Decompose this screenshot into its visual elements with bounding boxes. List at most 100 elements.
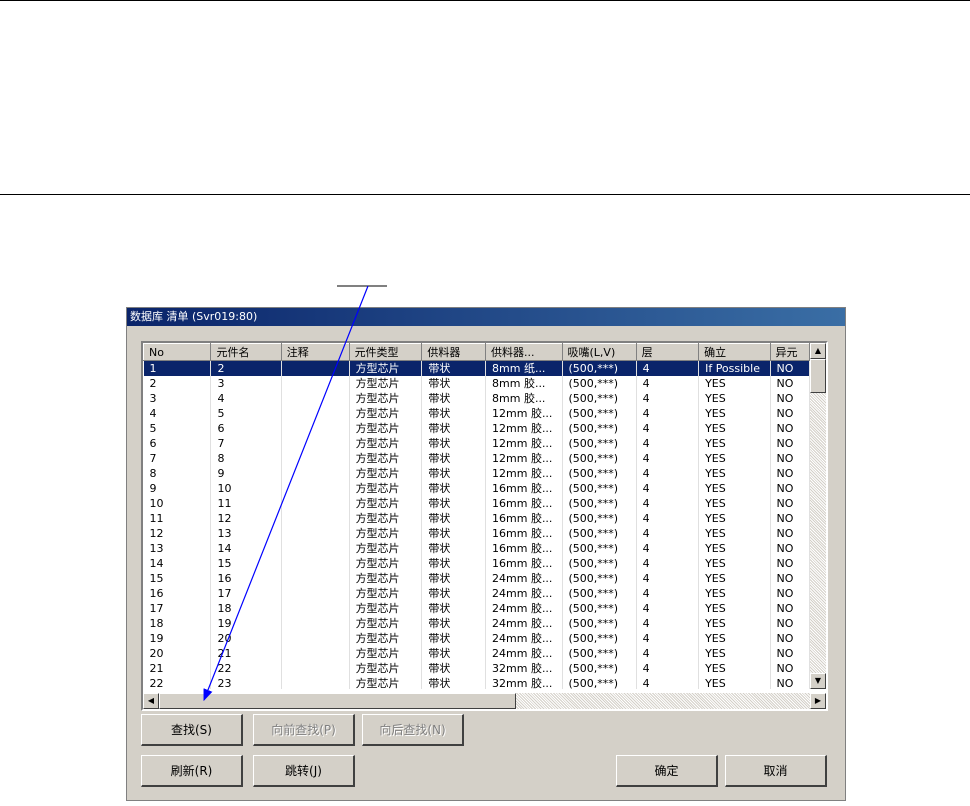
table-cell: (500,***): [562, 646, 637, 661]
table-cell: (500,***): [562, 661, 637, 676]
horizontal-scroll-thumb[interactable]: [159, 693, 516, 709]
table-row[interactable]: 17 18 方型芯片 带状 24mm 胶... (500,***) 4 YES NO: [143, 601, 810, 616]
table-row[interactable]: 1 2 方型芯片 带状 8mm 纸... (500,***) 4 If Possible NO: [143, 360, 810, 376]
table-row[interactable]: 7 8 方型芯片 带状 12mm 胶... (500,***) 4 YES NO: [143, 451, 810, 466]
table-cell: 16: [143, 586, 212, 601]
table-row[interactable]: 5 6 方型芯片 带状 12mm 胶... (500,***) 4 YES NO: [143, 421, 810, 436]
column-header[interactable]: 元件名: [210, 343, 282, 361]
vertical-scroll-thumb[interactable]: [810, 359, 826, 393]
find-previous-button[interactable]: 向前查找(P): [253, 714, 355, 746]
scroll-down-icon[interactable]: ▼: [810, 673, 826, 689]
table-row[interactable]: 3 4 方型芯片 带状 8mm 胶... (500,***) 4 YES NO: [143, 391, 810, 406]
table-row[interactable]: 4 5 方型芯片 带状 12mm 胶... (500,***) 4 YES NO: [143, 406, 810, 421]
table-cell: 方型芯片: [349, 376, 423, 391]
table-row[interactable]: 15 16 方型芯片 带状 24mm 胶... (500,***) 4 YES NO: [143, 571, 810, 586]
table-cell: 16mm 胶...: [485, 481, 563, 496]
table-cell: [281, 421, 350, 436]
ok-button[interactable]: 确定: [616, 755, 718, 787]
vertical-scrollbar[interactable]: ▲ ▼: [810, 343, 826, 689]
scroll-up-icon[interactable]: ▲: [810, 343, 826, 359]
table-cell: (500,***): [562, 376, 637, 391]
table-row[interactable]: 13 14 方型芯片 带状 16mm 胶... (500,***) 4 YES NO: [143, 541, 810, 556]
table-cell: 4: [636, 451, 700, 466]
table-cell: 16: [210, 571, 282, 586]
table-cell: 4: [636, 661, 700, 676]
table-cell: 带状: [421, 601, 487, 616]
refresh-button[interactable]: 刷新(R): [141, 755, 243, 787]
table-cell: NO: [770, 586, 810, 601]
table-row[interactable]: 14 15 方型芯片 带状 16mm 胶... (500,***) 4 YES NO: [143, 556, 810, 571]
find-next-button[interactable]: 向后查找(N): [362, 714, 464, 746]
table-row[interactable]: 6 7 方型芯片 带状 12mm 胶... (500,***) 4 YES NO: [143, 436, 810, 451]
table-cell: 12mm 胶...: [485, 406, 563, 421]
table-cell: NO: [770, 360, 810, 376]
table-cell: 4: [636, 616, 700, 631]
table-cell: (500,***): [562, 436, 637, 451]
table-row[interactable]: 22 23 方型芯片 带状 32mm 胶... (500,***) 4 YES NO: [143, 676, 810, 689]
table-cell: 9: [143, 481, 212, 496]
table-cell: [281, 631, 350, 646]
table-row[interactable]: 12 13 方型芯片 带状 16mm 胶... (500,***) 4 YES NO: [143, 526, 810, 541]
table-cell: [281, 661, 350, 676]
table-cell: (500,***): [562, 360, 637, 376]
table-cell: [281, 511, 350, 526]
table-row[interactable]: 10 11 方型芯片 带状 16mm 胶... (500,***) 4 YES NO: [143, 496, 810, 511]
column-header[interactable]: 层: [635, 343, 700, 361]
column-header[interactable]: 注释: [280, 343, 350, 361]
column-header[interactable]: 供料器: [421, 343, 487, 361]
table-cell: [281, 601, 350, 616]
table-cell: (500,***): [562, 586, 637, 601]
table-cell: 2: [143, 376, 212, 391]
table-cell: 16mm 胶...: [485, 526, 563, 541]
column-header[interactable]: No: [143, 343, 212, 361]
table-row[interactable]: 21 22 方型芯片 带状 32mm 胶... (500,***) 4 YES NO: [143, 661, 810, 676]
scroll-right-icon[interactable]: ▶: [810, 693, 826, 709]
table-cell: NO: [770, 376, 810, 391]
cancel-button[interactable]: 取消: [725, 755, 827, 787]
table-cell: [281, 466, 350, 481]
table-cell: 4: [636, 556, 700, 571]
table-cell: 3: [210, 376, 282, 391]
table-cell: 方型芯片: [349, 571, 423, 586]
find-button[interactable]: 查找(S): [141, 714, 243, 746]
column-header[interactable]: 确立: [698, 343, 771, 361]
column-header[interactable]: 供料器...: [485, 343, 563, 361]
table-cell: [281, 571, 350, 586]
table-cell: NO: [770, 676, 810, 689]
table-row[interactable]: 9 10 方型芯片 带状 16mm 胶... (500,***) 4 YES NO: [143, 481, 810, 496]
column-header[interactable]: 异元: [769, 343, 810, 361]
table-cell: 方型芯片: [349, 406, 423, 421]
table-row[interactable]: 19 20 方型芯片 带状 24mm 胶... (500,***) 4 YES NO: [143, 631, 810, 646]
table-row[interactable]: 18 19 方型芯片 带状 24mm 胶... (500,***) 4 YES NO: [143, 616, 810, 631]
table-row[interactable]: 11 12 方型芯片 带状 16mm 胶... (500,***) 4 YES NO: [143, 511, 810, 526]
table-cell: 方型芯片: [349, 676, 423, 689]
table-cell: 22: [210, 661, 282, 676]
scroll-left-icon[interactable]: ◀: [143, 693, 159, 709]
table-row[interactable]: 8 9 方型芯片 带状 12mm 胶... (500,***) 4 YES NO: [143, 466, 810, 481]
table-cell: NO: [770, 571, 810, 586]
table-row[interactable]: 2 3 方型芯片 带状 8mm 胶... (500,***) 4 YES NO: [143, 376, 810, 391]
table-cell: 12mm 胶...: [485, 451, 563, 466]
table-cell: 方型芯片: [349, 616, 423, 631]
column-header[interactable]: 元件类型: [348, 343, 423, 361]
table-cell: 带状: [421, 631, 487, 646]
table-cell: (500,***): [562, 496, 637, 511]
horizontal-scrollbar[interactable]: ◀ ▶: [143, 693, 826, 709]
table-cell: 17: [143, 601, 212, 616]
jump-button[interactable]: 跳转(J): [253, 755, 355, 787]
component-list[interactable]: No 元件名 注释 元件类型 供料器 供料器... 吸嘴(L,V) 层确立 异元 1 2 方型芯片带…: [141, 341, 828, 711]
table-cell: 9: [210, 466, 282, 481]
column-header[interactable]: 吸嘴(L,V): [561, 343, 637, 361]
table-cell: 18: [210, 601, 282, 616]
table-row[interactable]: 16 17 方型芯片 带状 24mm 胶... (500,***) 4 YES NO: [143, 586, 810, 601]
table-cell: 8mm 胶...: [485, 376, 563, 391]
table-row[interactable]: 20 21 方型芯片 带状 24mm 胶... (500,***) 4 YES NO: [143, 646, 810, 661]
table-cell: 21: [210, 646, 282, 661]
page-rule-top: [0, 0, 970, 1]
table-cell: NO: [770, 541, 810, 556]
table-cell: 22: [143, 676, 212, 689]
table-cell: 方型芯片: [349, 360, 423, 376]
table-cell: 带状: [421, 466, 487, 481]
table-cell: NO: [770, 601, 810, 616]
table-cell: 4: [636, 646, 700, 661]
